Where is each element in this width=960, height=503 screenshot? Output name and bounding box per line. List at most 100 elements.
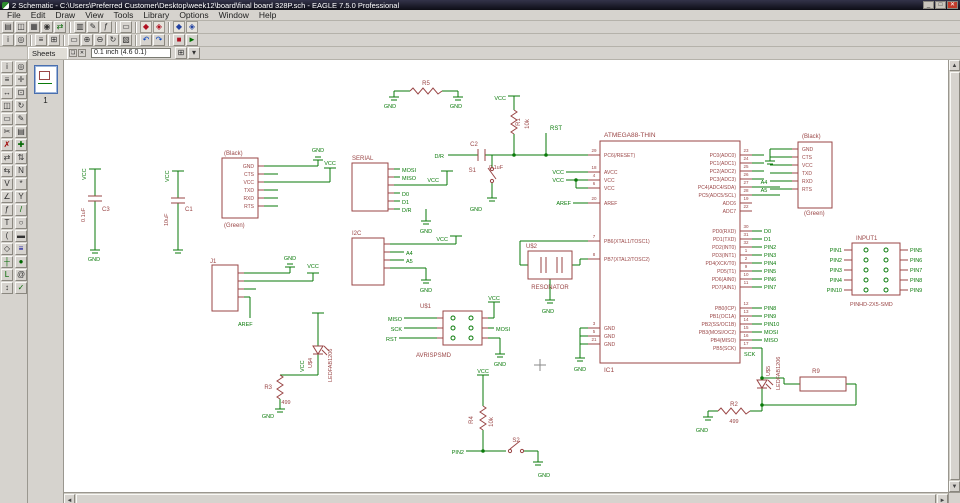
schematic-text[interactable]: PD3(INT1)	[712, 253, 736, 259]
schematic-text[interactable]: SCK	[744, 352, 756, 358]
schematic-text[interactable]: 1	[745, 248, 748, 253]
header-pad[interactable]	[451, 336, 455, 340]
minimize-button[interactable]: _	[923, 1, 934, 9]
schematic-text[interactable]: PIN9	[764, 314, 776, 320]
resistor-symbol[interactable]	[410, 88, 442, 94]
schematic-text[interactable]: D/R	[402, 208, 412, 214]
schematic-text[interactable]: U$1	[420, 304, 432, 310]
junction-dot[interactable]	[512, 153, 516, 157]
menu-file[interactable]: File	[2, 10, 26, 20]
split-tool-icon[interactable]: Y	[15, 191, 27, 203]
schematic-text[interactable]: PB4(MISO)	[710, 338, 736, 344]
schematic-text[interactable]: (Black)	[802, 134, 821, 140]
schematic-text[interactable]: 24	[743, 156, 749, 161]
schematic-text[interactable]: 31	[743, 232, 749, 237]
schematic-text[interactable]: (Green)	[224, 223, 245, 229]
scroll-down-arrow[interactable]: ▼	[949, 481, 960, 492]
header-pad[interactable]	[864, 258, 868, 262]
header-pad[interactable]	[451, 316, 455, 320]
schematic-text[interactable]: D1	[764, 237, 771, 243]
schematic-text[interactable]: A5	[406, 259, 413, 265]
schematic-text[interactable]: 26	[743, 172, 749, 177]
resistor-symbol[interactable]	[480, 406, 486, 430]
schematic-text[interactable]: TXD	[244, 188, 254, 194]
circle-tool-icon[interactable]: ○	[15, 217, 27, 229]
replace-tool-icon[interactable]: ⇅	[15, 152, 27, 164]
header-pad[interactable]	[884, 248, 888, 252]
schematic-text[interactable]: VCC	[324, 161, 336, 167]
schematic-text[interactable]: PD5(T1)	[717, 269, 736, 275]
schematic-text[interactable]: 19	[743, 196, 749, 201]
schematic-text[interactable]: PB0(ICP)	[715, 306, 736, 312]
scroll-up-arrow[interactable]: ▲	[949, 60, 960, 71]
zoom-select-icon[interactable]: ▧	[120, 34, 132, 46]
schematic-text[interactable]: 16	[743, 333, 749, 338]
schematic-text[interactable]: VCC	[494, 96, 506, 102]
schematic-text[interactable]: (Green)	[804, 211, 825, 217]
schematic-text[interactable]: 30	[743, 224, 749, 229]
show-tool-icon[interactable]: ◎	[15, 61, 27, 73]
erc-tool-icon[interactable]: ✓	[15, 282, 27, 294]
schematic-text[interactable]: R4	[469, 416, 475, 424]
schematic-text[interactable]: VCC	[488, 296, 500, 302]
script-icon[interactable]: ✎	[87, 21, 99, 33]
wire-tool-icon[interactable]: /	[15, 204, 27, 216]
schematic-text[interactable]: 18	[591, 165, 597, 170]
window-select-icon[interactable]: ▭	[120, 21, 132, 33]
schematic-text[interactable]: MISO	[388, 317, 403, 323]
header-pad[interactable]	[884, 268, 888, 272]
schematic-text[interactable]: (Black)	[224, 151, 243, 157]
schematic-text[interactable]: SERIAL	[352, 156, 374, 162]
schematic-text[interactable]: RST	[386, 337, 398, 343]
schematic-text[interactable]: 3	[593, 321, 596, 326]
add-tool-icon[interactable]: ✚	[15, 139, 27, 151]
schematic-text[interactable]: PIN2	[452, 450, 464, 456]
schematic-text[interactable]: D1	[402, 200, 409, 206]
schematic-text[interactable]: D0	[764, 229, 771, 235]
save-file-icon[interactable]: ◫	[15, 21, 27, 33]
invoke-tool-icon[interactable]: ƒ	[1, 204, 13, 216]
schematic-text[interactable]: PIN5	[764, 269, 776, 275]
schematic-text[interactable]: VCC	[552, 178, 564, 184]
schematic-text[interactable]: GND	[604, 334, 616, 340]
menu-edit[interactable]: Edit	[26, 10, 51, 20]
schematic-text[interactable]: R1	[516, 118, 522, 126]
sheet-thumbnail[interactable]	[34, 65, 58, 94]
vertical-scroll-thumb[interactable]	[950, 72, 960, 480]
schematic-text[interactable]: VCC	[243, 180, 254, 186]
schematic-text[interactable]: PIN8	[910, 278, 922, 284]
open-file-icon[interactable]: ▤	[2, 21, 14, 33]
gateswap-tool-icon[interactable]: ⇆	[1, 165, 13, 177]
schematic-text[interactable]: 15	[743, 325, 749, 330]
schematic-text[interactable]: A4	[406, 251, 413, 257]
menu-options[interactable]: Options	[174, 10, 213, 20]
schematic-text[interactable]: VCC	[82, 168, 88, 180]
schematic-text[interactable]: 27	[743, 180, 749, 185]
schematic-text[interactable]: A5	[761, 188, 768, 194]
schematic-text[interactable]: PIN4	[830, 278, 842, 284]
switch-symbol[interactable]	[520, 449, 523, 452]
schematic-text[interactable]: PIN6	[764, 277, 776, 283]
schematic-text[interactable]: 12	[743, 301, 749, 306]
attribute-tool-icon[interactable]: @	[15, 269, 27, 281]
schematic-text[interactable]: PIN5	[910, 248, 922, 254]
schematic-text[interactable]: VCC	[477, 369, 489, 375]
schematic-text[interactable]: 23	[743, 148, 749, 153]
copy-tool-icon[interactable]: ⊡	[15, 87, 27, 99]
resistor-symbol[interactable]	[277, 375, 283, 399]
schematic-text[interactable]: PC6(/RESET)	[604, 153, 635, 159]
schematic-text[interactable]: C2	[470, 142, 478, 148]
schematic-text[interactable]: D/R	[435, 154, 445, 160]
schematic-text[interactable]: J1	[210, 259, 217, 265]
redo-icon[interactable]: ↷	[153, 34, 165, 46]
schematic-text[interactable]: 10k	[489, 416, 495, 427]
schematic-text[interactable]: 499	[729, 419, 738, 425]
close-button[interactable]: ✕	[947, 1, 958, 9]
menu-help[interactable]: Help	[254, 10, 281, 20]
led-symbol[interactable]	[313, 346, 323, 354]
schematic-text[interactable]: PIN8	[764, 306, 776, 312]
schematic-text[interactable]: R3	[264, 385, 272, 391]
sheets-dock-tab[interactable]: Sheets	[28, 47, 68, 59]
schematic-text[interactable]: GND	[420, 229, 432, 235]
schematic-text[interactable]: S1	[469, 168, 477, 174]
